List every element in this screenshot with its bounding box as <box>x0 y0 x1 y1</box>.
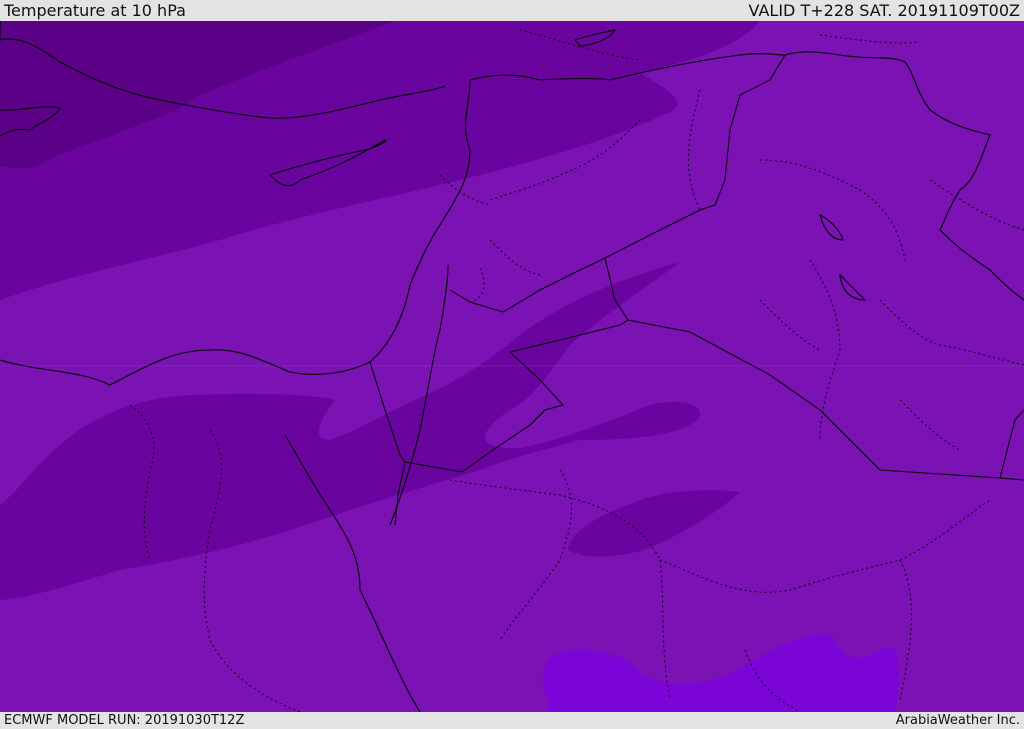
footer-bar: ECMWF MODEL RUN: 20191030T12Z ArabiaWeat… <box>0 712 1024 729</box>
map-canvas[interactable] <box>0 21 1024 712</box>
valid-time: VALID T+228 SAT. 20191109T00Z <box>748 1 1020 20</box>
header-bar: Temperature at 10 hPa VALID T+228 SAT. 2… <box>0 0 1024 21</box>
credit: ArabiaWeather Inc. <box>895 713 1020 728</box>
model-run: ECMWF MODEL RUN: 20191030T12Z <box>4 713 245 728</box>
map-panel[interactable] <box>0 21 1024 712</box>
map-title: Temperature at 10 hPa <box>4 1 186 20</box>
